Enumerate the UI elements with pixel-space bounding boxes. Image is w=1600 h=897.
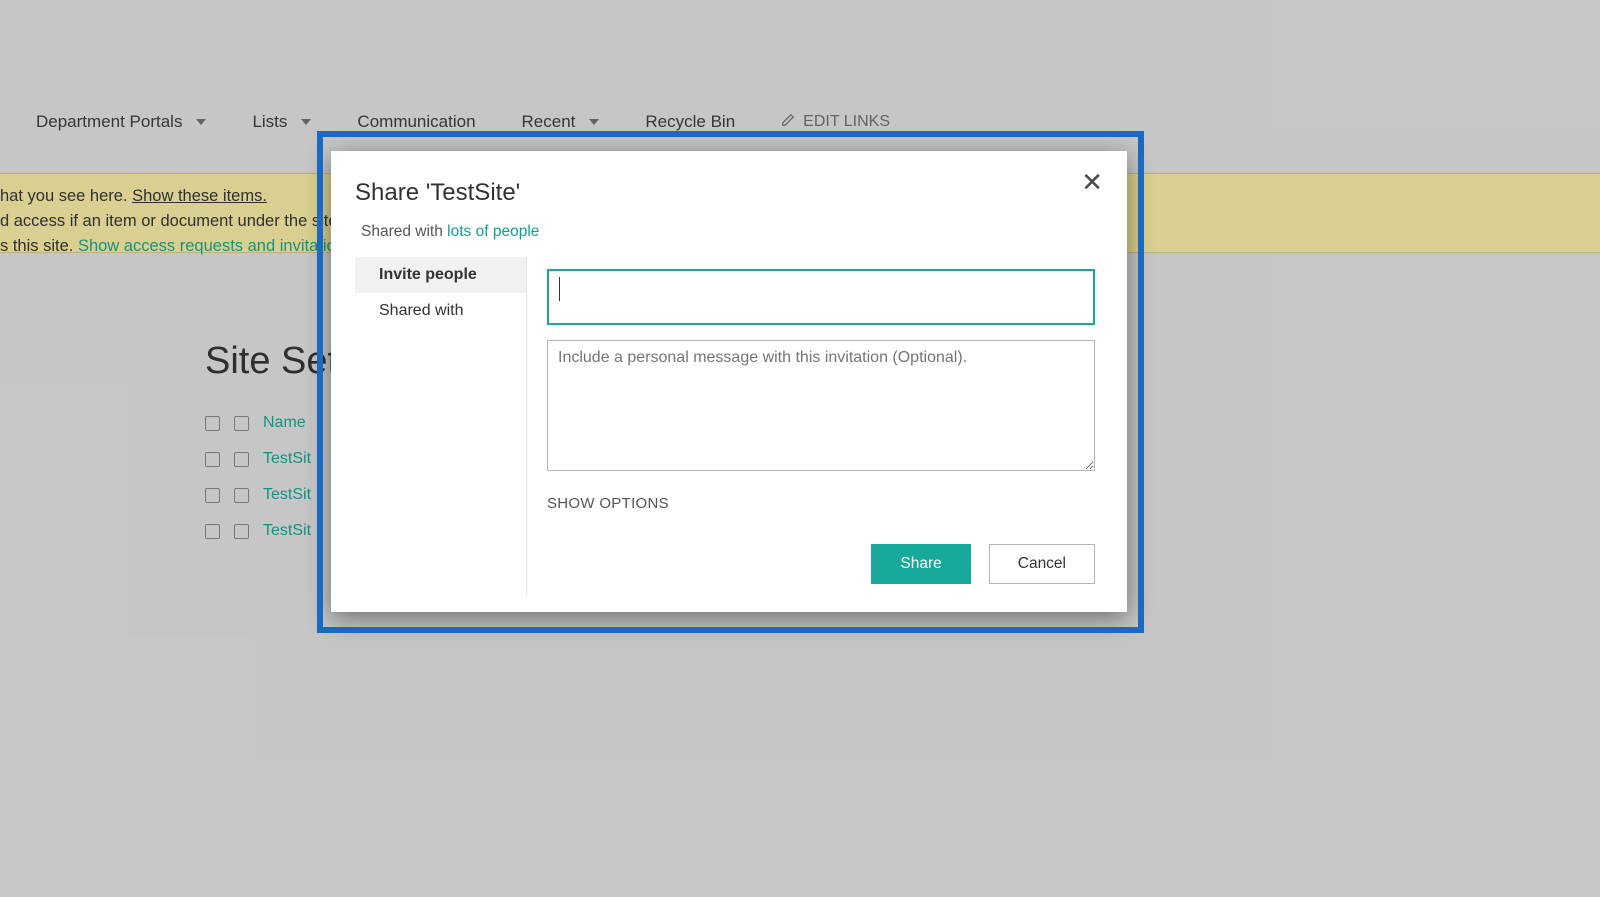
show-options-toggle[interactable]: SHOW OPTIONS: [547, 495, 1095, 512]
share-dialog: ✕ Share 'TestSite' Shared with lots of p…: [331, 151, 1127, 612]
invitation-message-textarea[interactable]: [547, 340, 1095, 471]
dialog-subtitle: Shared with lots of people: [361, 223, 539, 241]
close-icon: ✕: [1081, 167, 1103, 197]
cancel-button[interactable]: Cancel: [989, 544, 1095, 584]
shared-with-link[interactable]: lots of people: [447, 223, 539, 240]
share-button[interactable]: Share: [871, 544, 970, 584]
text-cursor-icon: [559, 277, 560, 301]
dialog-title: Share 'TestSite': [355, 179, 520, 207]
dialog-body: Invite people Shared with SHOW OPTIONS S…: [355, 257, 1103, 596]
close-button[interactable]: ✕: [1081, 169, 1103, 195]
subtitle-prefix: Shared with: [361, 223, 447, 240]
people-picker-input[interactable]: [547, 269, 1095, 325]
tab-shared-with[interactable]: Shared with: [355, 293, 526, 329]
dialog-buttons: Share Cancel: [547, 544, 1095, 584]
dialog-main: SHOW OPTIONS Share Cancel: [527, 257, 1103, 596]
tab-invite-people[interactable]: Invite people: [355, 257, 526, 293]
dialog-tabs: Invite people Shared with: [355, 257, 527, 596]
